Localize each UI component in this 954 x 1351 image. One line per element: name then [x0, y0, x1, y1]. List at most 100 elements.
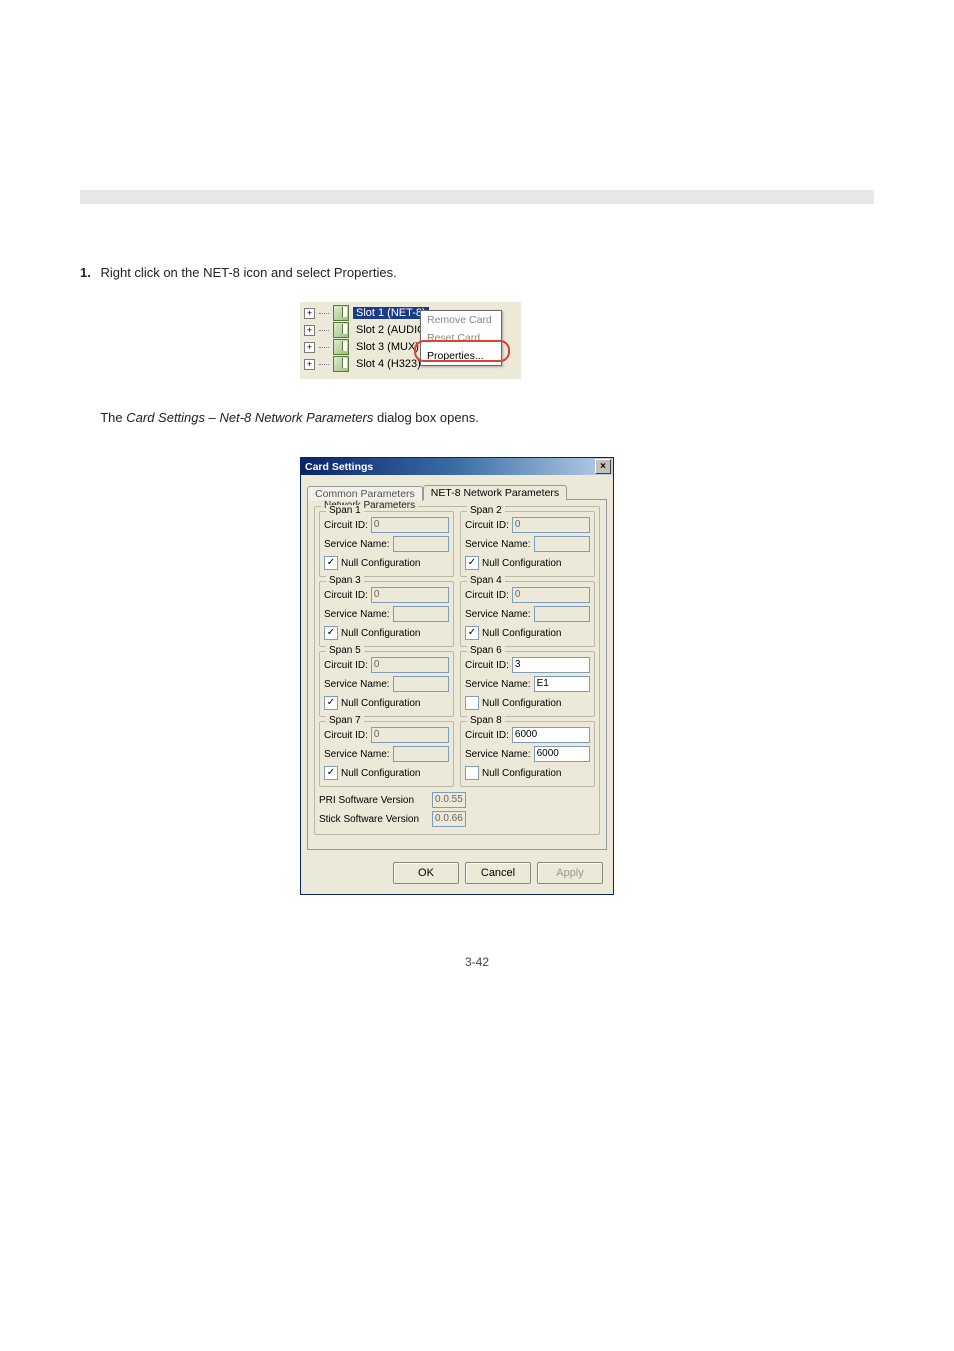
result-text-b: Card Settings – Net-8 Network Parameters [126, 410, 373, 425]
header-rule [80, 190, 874, 204]
null-config-label: Null Configuration [341, 698, 421, 709]
span-legend: Span 8 [467, 715, 505, 726]
null-config-checkbox[interactable] [324, 556, 338, 570]
null-config-checkbox[interactable] [465, 696, 479, 710]
circuit-id-input: 0 [512, 587, 590, 603]
step-1-text: Right click on the NET-8 icon and select… [100, 265, 396, 280]
step-1-result: 1. The Card Settings – Net-8 Network Par… [80, 409, 874, 427]
expand-icon[interactable]: + [304, 359, 315, 370]
span-box-6: Span 6Circuit ID:3Service Name:E1Null Co… [460, 651, 595, 717]
null-config-label: Null Configuration [341, 558, 421, 569]
close-icon[interactable]: × [595, 459, 611, 474]
null-config-checkbox[interactable] [324, 696, 338, 710]
circuit-id-input: 0 [371, 517, 449, 533]
tab-common-parameters[interactable]: Common Parameters [307, 486, 423, 501]
service-name-label: Service Name: [324, 679, 390, 690]
null-config-checkbox[interactable] [324, 626, 338, 640]
service-name-label: Service Name: [465, 749, 531, 760]
step-1: 1. Right click on the NET-8 icon and sel… [80, 264, 874, 282]
slot-label[interactable]: Slot 3 (MUX) [353, 341, 422, 353]
dialog-body: Network Parameters Span 1Circuit ID:0Ser… [307, 500, 607, 850]
span-legend: Span 7 [326, 715, 364, 726]
service-name-label: Service Name: [465, 539, 531, 550]
circuit-id-label: Circuit ID: [324, 590, 368, 601]
span-box-3: Span 3Circuit ID:0Service Name:Null Conf… [319, 581, 454, 647]
null-config-checkbox[interactable] [465, 556, 479, 570]
tree-connector [319, 330, 329, 331]
slot-label[interactable]: Slot 1 (NET-8) [353, 307, 429, 319]
service-name-input [393, 606, 449, 622]
menu-properties[interactable]: Properties... [421, 347, 501, 365]
service-name-label: Service Name: [324, 609, 390, 620]
span-box-4: Span 4Circuit ID:0Service Name:Null Conf… [460, 581, 595, 647]
dialog-title: Card Settings [305, 461, 373, 473]
service-name-label: Service Name: [465, 679, 531, 690]
circuit-id-input[interactable]: 6000 [512, 727, 590, 743]
pri-version-label: PRI Software Version [319, 795, 429, 806]
apply-button[interactable]: Apply [537, 862, 603, 884]
slot-tree-screenshot: + Slot 1 (NET-8) + Slot 2 (AUDIO) + Slot… [300, 302, 521, 379]
span-box-5: Span 5Circuit ID:0Service Name:Null Conf… [319, 651, 454, 717]
service-name-input [534, 536, 590, 552]
tree-connector [319, 364, 329, 365]
pri-version-value: 0.0.55 [432, 792, 466, 808]
card-icon [333, 356, 349, 372]
menu-remove-card[interactable]: Remove Card [421, 311, 501, 329]
null-config-label: Null Configuration [482, 628, 562, 639]
null-config-label: Null Configuration [341, 628, 421, 639]
tab-strip: Common Parameters NET-8 Network Paramete… [307, 481, 607, 500]
card-settings-dialog: Card Settings × Common Parameters NET-8 … [300, 457, 614, 895]
service-name-label: Service Name: [324, 749, 390, 760]
span-legend: Span 2 [467, 505, 505, 516]
null-config-label: Null Configuration [482, 698, 562, 709]
circuit-id-input: 0 [371, 727, 449, 743]
circuit-id-input: 0 [512, 517, 590, 533]
card-icon [333, 305, 349, 321]
network-parameters-group: Network Parameters Span 1Circuit ID:0Ser… [314, 506, 600, 835]
service-name-label: Service Name: [324, 539, 390, 550]
service-name-label: Service Name: [465, 609, 531, 620]
null-config-checkbox[interactable] [465, 626, 479, 640]
stick-version-label: Stick Software Version [319, 814, 429, 825]
service-name-input[interactable]: E1 [534, 676, 590, 692]
card-icon [333, 322, 349, 338]
span-legend: Span 5 [326, 645, 364, 656]
expand-icon[interactable]: + [304, 342, 315, 353]
circuit-id-label: Circuit ID: [324, 660, 368, 671]
service-name-input [393, 536, 449, 552]
circuit-id-input: 0 [371, 587, 449, 603]
cancel-button[interactable]: Cancel [465, 862, 531, 884]
context-menu: Remove Card Reset Card Properties... [420, 310, 502, 366]
ok-button[interactable]: OK [393, 862, 459, 884]
span-box-2: Span 2Circuit ID:0Service Name:Null Conf… [460, 511, 595, 577]
circuit-id-label: Circuit ID: [465, 590, 509, 601]
span-box-7: Span 7Circuit ID:0Service Name:Null Conf… [319, 721, 454, 787]
null-config-checkbox[interactable] [324, 766, 338, 780]
span-legend: Span 1 [326, 505, 364, 516]
menu-reset-card[interactable]: Reset Card [421, 329, 501, 347]
service-name-input [393, 746, 449, 762]
service-name-input[interactable]: 6000 [534, 746, 590, 762]
stick-version-value: 0.0.66 [432, 811, 466, 827]
span-legend: Span 6 [467, 645, 505, 656]
expand-icon[interactable]: + [304, 325, 315, 336]
expand-icon[interactable]: + [304, 308, 315, 319]
tree-connector [319, 347, 329, 348]
circuit-id-input[interactable]: 3 [512, 657, 590, 673]
tree-connector [319, 313, 329, 314]
tab-net8-parameters[interactable]: NET-8 Network Parameters [423, 485, 567, 500]
null-config-label: Null Configuration [341, 768, 421, 779]
titlebar: Card Settings × [301, 458, 613, 475]
circuit-id-label: Circuit ID: [465, 660, 509, 671]
page-number: 3-42 [80, 955, 874, 969]
circuit-id-label: Circuit ID: [465, 730, 509, 741]
service-name-input [534, 606, 590, 622]
null-config-label: Null Configuration [482, 768, 562, 779]
versions-block: PRI Software Version 0.0.55 Stick Softwa… [319, 791, 595, 828]
span-legend: Span 4 [467, 575, 505, 586]
result-text-a: The [100, 410, 126, 425]
span-legend: Span 3 [326, 575, 364, 586]
slot-label[interactable]: Slot 4 (H323) [353, 358, 424, 370]
null-config-checkbox[interactable] [465, 766, 479, 780]
service-name-input [393, 676, 449, 692]
